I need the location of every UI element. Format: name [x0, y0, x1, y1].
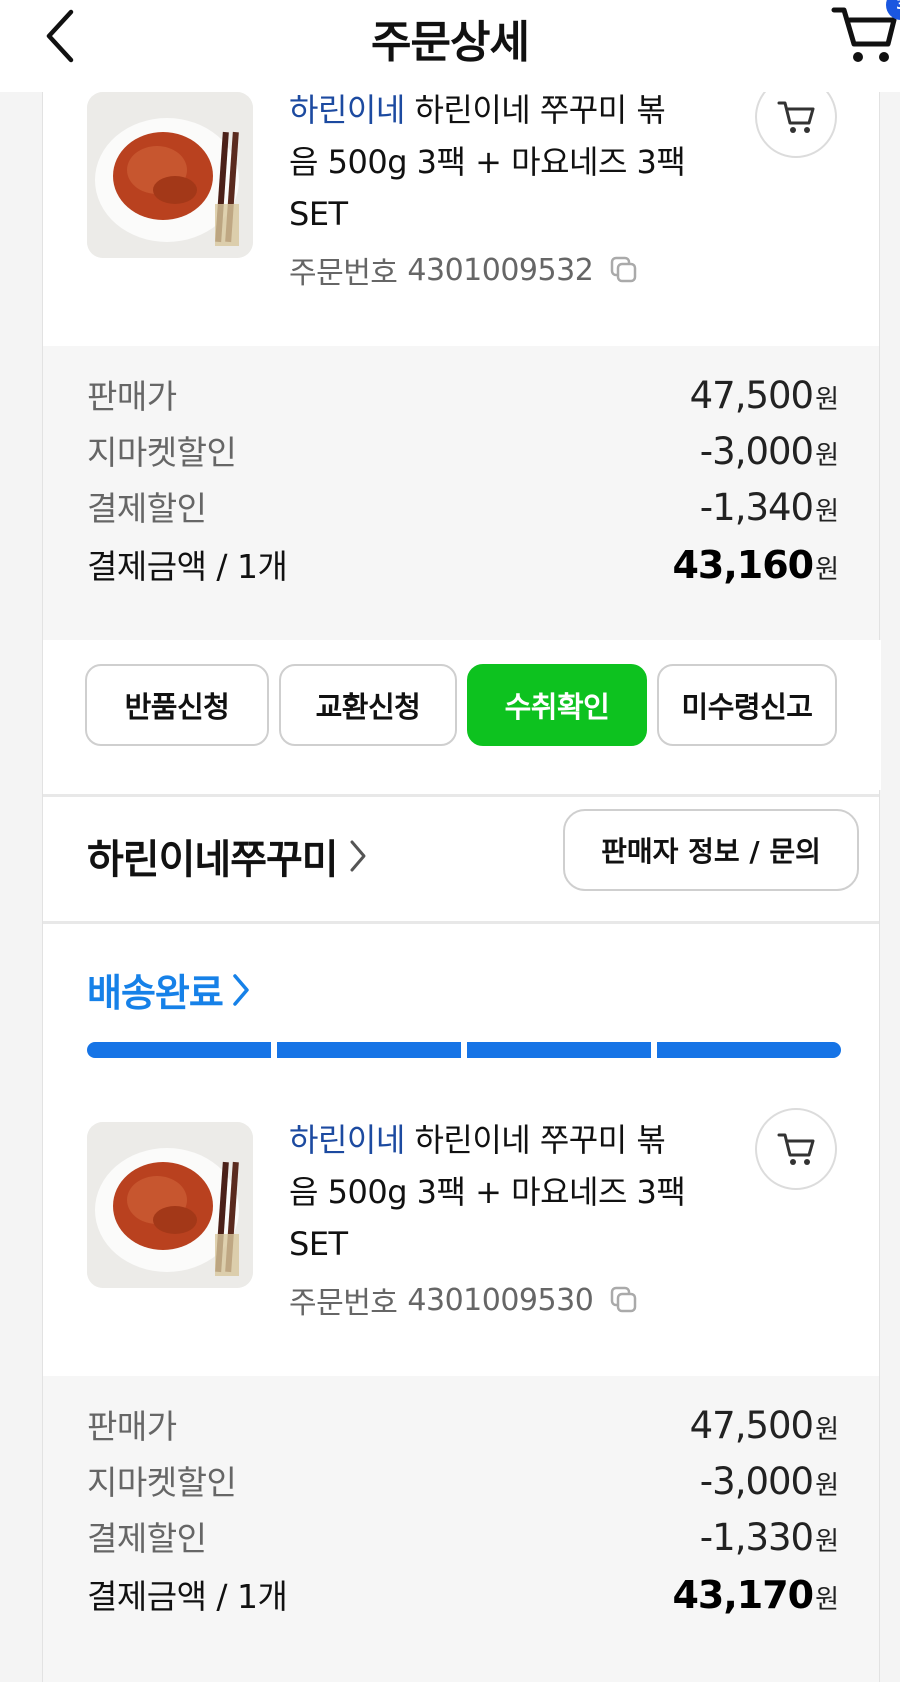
- gmarket-discount-value: -3,000: [699, 1460, 814, 1503]
- delivery-progress-bar: [87, 1042, 841, 1058]
- add-to-cart-button[interactable]: [755, 1108, 837, 1190]
- total-label: 결제금액 / 1개: [87, 547, 288, 586]
- confirm-receipt-button[interactable]: 수취확인: [467, 664, 647, 746]
- total-value: 43,160: [672, 543, 814, 587]
- copy-icon[interactable]: [609, 255, 639, 285]
- product-thumbnail[interactable]: [87, 92, 253, 258]
- progress-step: [657, 1042, 841, 1058]
- page-title: 주문상세: [371, 17, 530, 68]
- payment-discount-label: 결제할인: [87, 489, 207, 528]
- total-label: 결제금액 / 1개: [87, 1577, 288, 1616]
- product-name-line1: 하린이네 쭈꾸미 볶: [404, 1121, 666, 1159]
- product-name-line2: 음 500g 3팩 + 마요네즈 3팩: [289, 143, 686, 181]
- sale-price-value: 47,500: [689, 374, 814, 417]
- action-button-row: 반품신청 교환신청 수취확인 미수령신고: [43, 640, 881, 790]
- seller-tag: 하린이네: [289, 1121, 405, 1159]
- progress-step: [467, 1042, 651, 1058]
- currency-unit: 원: [815, 1471, 839, 1501]
- top-app-bar: 주문상세 3: [0, 0, 900, 92]
- currency-unit: 원: [815, 555, 839, 585]
- product-title[interactable]: 하린이네 하린이네 쭈꾸미 볶 음 500g 3팩 + 마요네즈 3팩 SET: [289, 84, 709, 240]
- currency-unit: 원: [815, 385, 839, 415]
- order-item: 하린이네 하린이네 쭈꾸미 볶 음 500g 3팩 + 마요네즈 3팩 SET …: [43, 1108, 881, 1376]
- gmarket-discount-label: 지마켓할인: [87, 1463, 237, 1502]
- price-summary: 판매가 47,500원 지마켓할인 -3,000원 결제할인 -1,330원 결…: [43, 1376, 879, 1682]
- currency-unit: 원: [815, 441, 839, 471]
- product-name-line2: 음 500g 3팩 + 마요네즈 3팩: [289, 1173, 686, 1211]
- payment-discount-label: 결제할인: [87, 1519, 207, 1558]
- order-number: 4301009530: [407, 1282, 594, 1318]
- delivery-status-link[interactable]: 배송완료: [87, 962, 251, 1017]
- chevron-right-icon: [350, 840, 366, 872]
- copy-icon[interactable]: [609, 1285, 639, 1315]
- return-request-button[interactable]: 반품신청: [85, 664, 269, 746]
- cart-icon: [777, 1133, 815, 1165]
- divider: [43, 921, 879, 924]
- product-title[interactable]: 하린이네 하린이네 쭈꾸미 볶 음 500g 3팩 + 마요네즈 3팩 SET: [289, 1114, 709, 1270]
- gmarket-discount-value: -3,000: [699, 430, 814, 473]
- exchange-request-button[interactable]: 교환신청: [279, 664, 457, 746]
- payment-discount-value: -1,330: [699, 1516, 814, 1559]
- seller-tag: 하린이네: [289, 91, 405, 129]
- order-item: 하린이네 하린이네 쭈꾸미 볶 음 500g 3팩 + 마요네즈 3팩 SET …: [43, 76, 881, 346]
- price-row-gmarket-discount: 지마켓할인 -3,000원: [87, 426, 839, 474]
- price-row-gmarket-discount: 지마켓할인 -3,000원: [87, 1456, 839, 1504]
- sale-price-label: 판매가: [87, 1407, 177, 1446]
- currency-unit: 원: [815, 1585, 839, 1615]
- order-number-label: 주문번호: [289, 256, 398, 291]
- food-plate-image: [87, 1122, 253, 1288]
- price-row-total: 결제금액 / 1개 43,170원: [87, 1570, 839, 1618]
- product-name-line1: 하린이네 쭈꾸미 볶: [404, 91, 666, 129]
- food-plate-image: [87, 92, 253, 258]
- sale-price-value: 47,500: [689, 1404, 814, 1447]
- product-name-line3: SET: [289, 1225, 348, 1263]
- price-row-total: 결제금액 / 1개 43,160원: [87, 540, 839, 588]
- shop-name-link[interactable]: 하린이네쭈꾸미: [87, 827, 368, 885]
- sale-price-label: 판매가: [87, 377, 177, 416]
- report-not-received-button[interactable]: 미수령신고: [657, 664, 837, 746]
- progress-step: [87, 1042, 271, 1058]
- cart-icon: [777, 101, 815, 133]
- chevron-right-icon: [233, 973, 249, 1006]
- order-number-row: 주문번호 4301009532: [289, 248, 639, 292]
- currency-unit: 원: [815, 1415, 839, 1445]
- delivery-status: 배송완료: [87, 971, 224, 1015]
- seller-info-inquiry-button[interactable]: 판매자 정보 / 문의: [563, 809, 859, 891]
- product-thumbnail[interactable]: [87, 1122, 253, 1288]
- price-row-sale: 판매가 47,500원: [87, 370, 839, 418]
- currency-unit: 원: [815, 497, 839, 527]
- payment-discount-value: -1,340: [699, 486, 814, 529]
- price-row-payment-discount: 결제할인 -1,340원: [87, 482, 839, 530]
- gmarket-discount-label: 지마켓할인: [87, 433, 237, 472]
- product-name-line3: SET: [289, 195, 348, 233]
- shop-name: 하린이네쭈꾸미: [87, 837, 339, 883]
- progress-step: [277, 1042, 461, 1058]
- shop-row: 하린이네쭈꾸미 판매자 정보 / 문의: [43, 797, 881, 923]
- order-number-row: 주문번호 4301009530: [289, 1278, 639, 1322]
- currency-unit: 원: [815, 1527, 839, 1557]
- order-number-label: 주문번호: [289, 1286, 398, 1321]
- order-number: 4301009532: [407, 252, 594, 288]
- total-value: 43,170: [672, 1573, 814, 1617]
- price-row-sale: 판매가 47,500원: [87, 1400, 839, 1448]
- price-row-payment-discount: 결제할인 -1,330원: [87, 1512, 839, 1560]
- header-cart-button[interactable]: 3: [826, 0, 900, 70]
- order-card: 하린이네 하린이네 쭈꾸미 볶 음 500g 3팩 + 마요네즈 3팩 SET …: [42, 76, 881, 1682]
